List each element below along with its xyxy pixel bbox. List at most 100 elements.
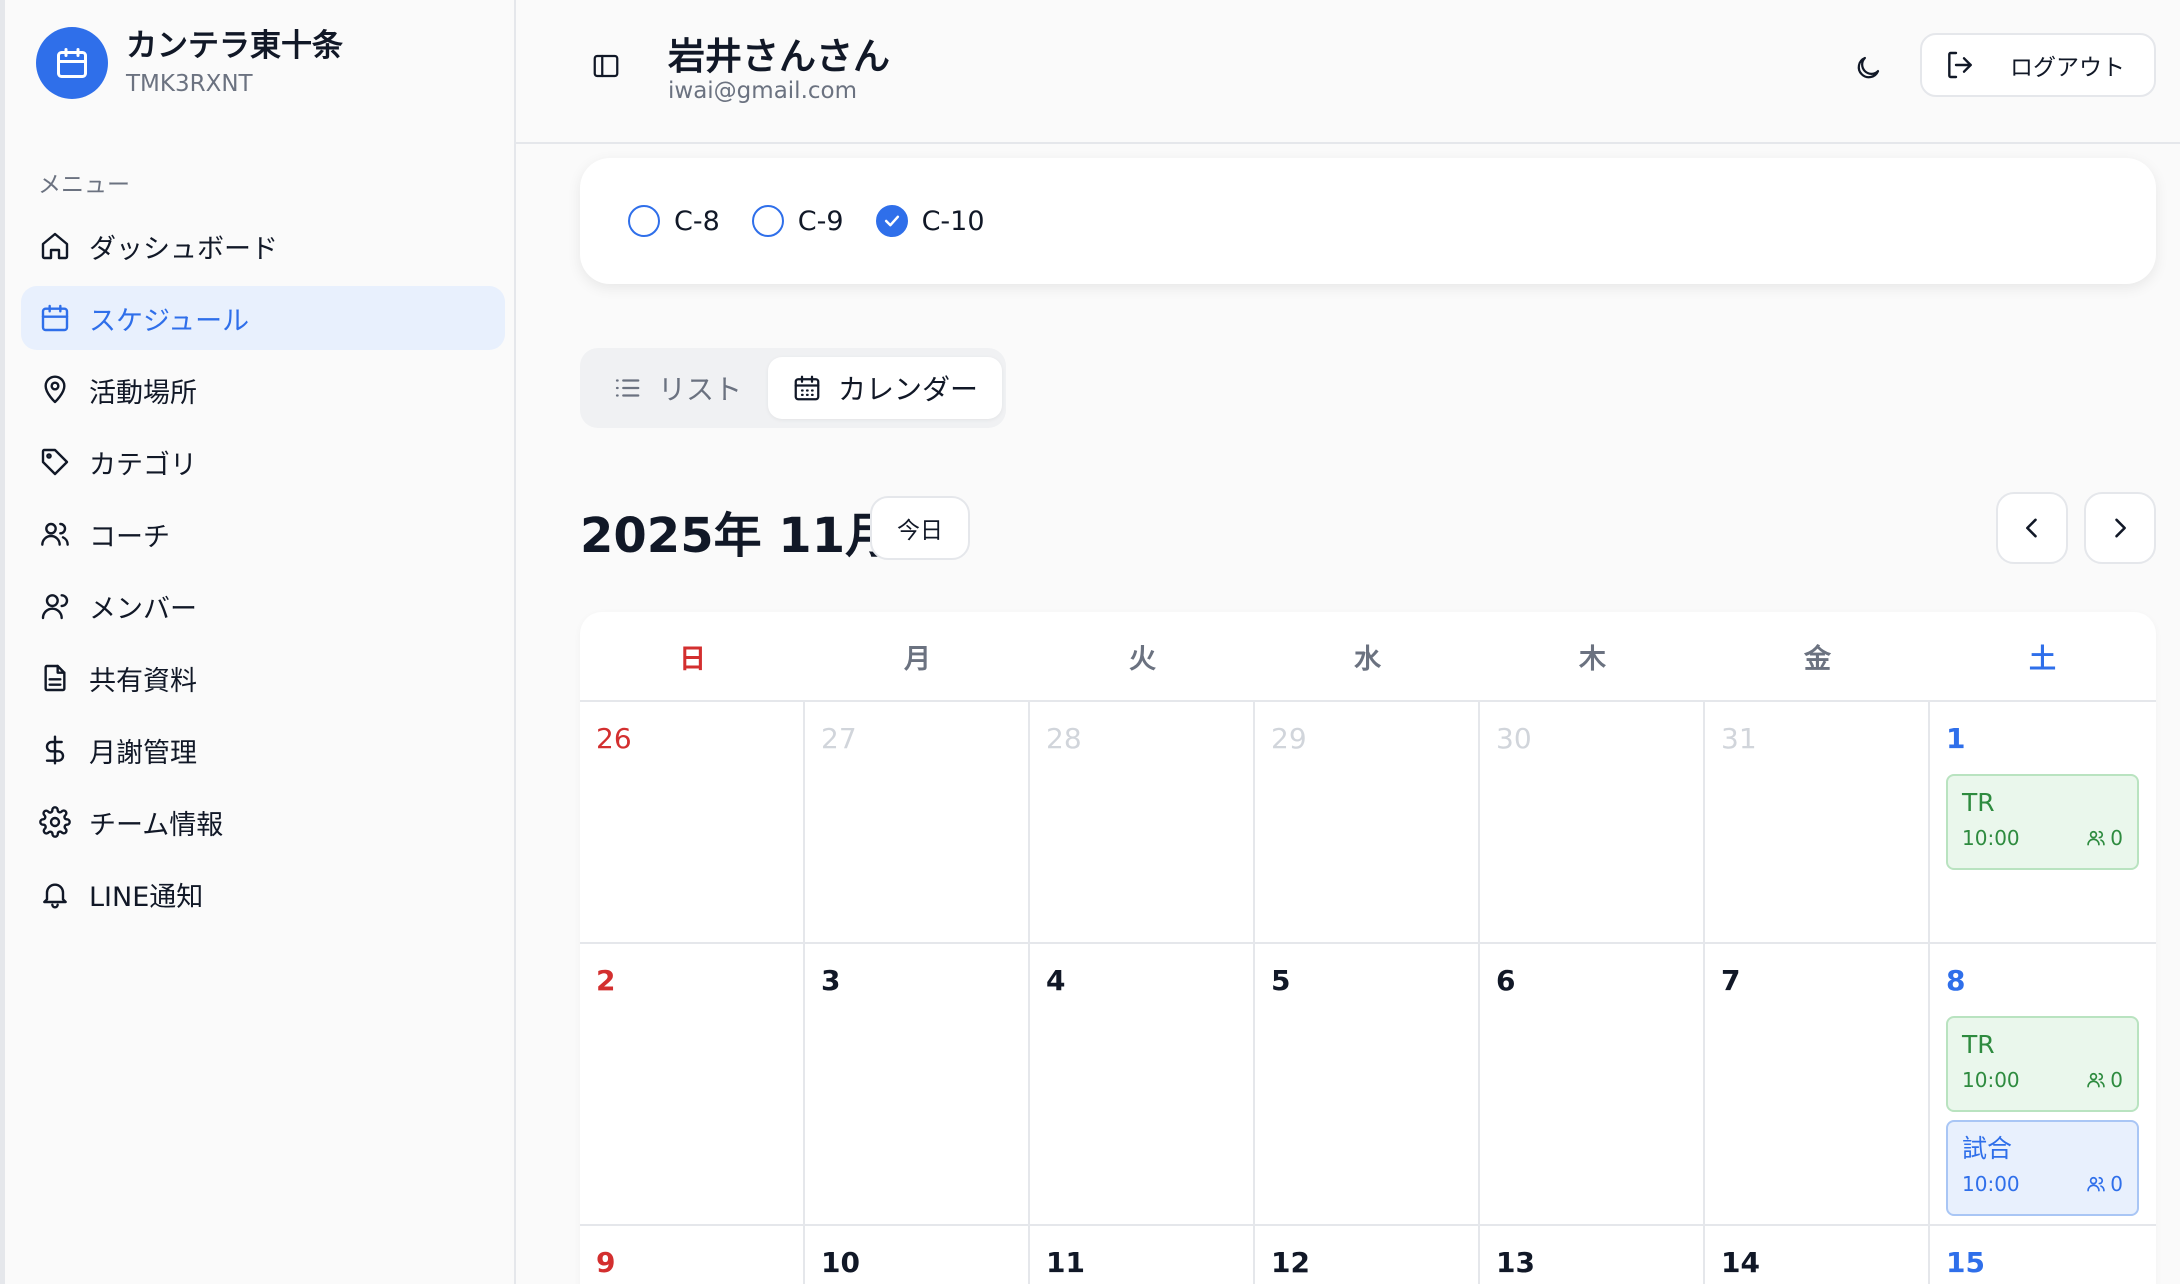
calendar-grid: 日 月 火 水 木 金 土 26 27 28 29 30 31 1 TR 10:… — [580, 612, 2156, 1284]
day-number: 7 — [1721, 964, 1741, 997]
team-option-c10[interactable]: C-10 — [875, 205, 985, 237]
sidebar: カンテラ東十条 TMK3RXNT メニュー ダッシュボード スケジュール 活動場… — [0, 0, 516, 1284]
day-cell[interactable]: 10 — [805, 1226, 1030, 1284]
sidebar-item-fees[interactable]: 月謝管理 — [21, 718, 505, 782]
day-number: 6 — [1496, 964, 1516, 997]
sidebar-item-coaches[interactable]: コーチ — [21, 502, 505, 566]
next-month-button[interactable] — [2084, 492, 2156, 564]
day-cell[interactable]: 27 — [805, 702, 1030, 942]
file-icon — [44, 664, 66, 692]
tab-label: リスト — [658, 373, 743, 406]
day-cell[interactable]: 14 — [1705, 1226, 1930, 1284]
day-cell[interactable]: 29 — [1255, 702, 1480, 942]
sidebar-item-label: ダッシュボード — [89, 233, 278, 265]
sidebar-item-dashboard[interactable]: ダッシュボード — [21, 214, 505, 278]
day-cell[interactable]: 6 — [1480, 944, 1705, 1224]
event-participant-count: 0 — [2110, 826, 2123, 850]
weekday-label: 火 — [1129, 643, 1156, 675]
team-label: C-8 — [674, 205, 720, 237]
event-card[interactable]: TR 10:00 0 — [1946, 1016, 2139, 1112]
calendar-week: 2 3 4 5 6 7 8 TR 10:00 0 試合 10:00 0 — [580, 944, 2156, 1226]
weekday-header: 日 月 火 水 木 金 土 — [580, 612, 2156, 702]
logout-button[interactable]: ログアウト — [1920, 33, 2156, 97]
day-cell[interactable]: 26 — [580, 702, 805, 942]
event-participant-count: 0 — [2110, 1068, 2123, 1092]
sidebar-toggle-icon — [593, 54, 619, 78]
sidebar-item-label: チーム情報 — [89, 809, 224, 841]
weekday-label: 木 — [1579, 643, 1606, 675]
day-cell[interactable]: 7 — [1705, 944, 1930, 1224]
day-number: 28 — [1046, 722, 1082, 755]
bell-icon — [43, 883, 67, 909]
day-cell[interactable]: 15 — [1930, 1226, 2155, 1284]
day-cell[interactable]: 8 TR 10:00 0 試合 10:00 0 — [1930, 944, 2155, 1224]
calendar-week: 26 27 28 29 30 31 1 TR 10:00 0 — [580, 702, 2156, 944]
top-header: 岩井さんさん iwai@gmail.com ログアウト — [516, 0, 2180, 144]
brand-code: TMK3RXNT — [126, 71, 253, 97]
brand[interactable]: カンテラ東十条 TMK3RXNT — [36, 26, 343, 100]
sidebar-item-shared-files[interactable]: 共有資料 — [21, 646, 505, 710]
day-cell[interactable]: 13 — [1480, 1226, 1705, 1284]
event-title: TR — [1962, 788, 1995, 817]
dollar-icon — [45, 735, 65, 765]
day-cell[interactable]: 4 — [1030, 944, 1255, 1224]
day-cell[interactable]: 30 — [1480, 702, 1705, 942]
day-number: 15 — [1946, 1246, 1985, 1279]
tab-calendar[interactable]: カレンダー — [768, 357, 1003, 419]
event-time: 10:00 — [1962, 826, 2020, 850]
day-number: 27 — [821, 722, 857, 755]
day-number: 12 — [1271, 1246, 1310, 1279]
chevron-left-icon — [2026, 518, 2037, 538]
sidebar-item-members[interactable]: メンバー — [21, 574, 505, 638]
list-icon — [615, 379, 640, 397]
gear-icon — [39, 806, 71, 838]
calendar-grid-icon — [794, 375, 820, 401]
user-email: iwai@gmail.com — [668, 78, 857, 104]
sidebar-item-locations[interactable]: 活動場所 — [21, 358, 505, 422]
sidebar-item-team-info[interactable]: チーム情報 — [21, 790, 505, 854]
team-label: C-9 — [797, 205, 844, 237]
sidebar-item-line-notify[interactable]: LINE通知 — [21, 862, 505, 926]
weekday-label: 土 — [2029, 643, 2056, 675]
day-cell[interactable]: 12 — [1255, 1226, 1480, 1284]
event-card[interactable]: 試合 10:00 0 — [1946, 1120, 2139, 1216]
day-cell[interactable]: 11 — [1030, 1226, 1255, 1284]
event-title: TR — [1962, 1030, 1995, 1059]
sidebar-item-schedule[interactable]: スケジュール — [21, 286, 505, 350]
theme-toggle-button[interactable] — [1848, 48, 1888, 88]
participants-icon — [2087, 1176, 2106, 1192]
event-participant-count: 0 — [2110, 1172, 2123, 1196]
team-selector: C-8 C-9 C-10 — [580, 158, 2156, 284]
team-option-c9[interactable]: C-9 — [751, 205, 844, 237]
team-option-c8[interactable]: C-8 — [628, 205, 720, 237]
sidebar-item-label: 活動場所 — [89, 377, 197, 409]
day-cell[interactable]: 1 TR 10:00 0 — [1930, 702, 2155, 942]
day-cell[interactable]: 9 — [580, 1226, 805, 1284]
calendar-icon — [36, 27, 108, 99]
radio-icon — [751, 205, 784, 237]
prev-month-button[interactable] — [1996, 492, 2068, 564]
user-name: 岩井さんさん — [668, 35, 890, 78]
day-cell[interactable]: 28 — [1030, 702, 1255, 942]
tab-label: カレンダー — [838, 373, 979, 406]
user-icon — [41, 594, 69, 620]
day-cell[interactable]: 3 — [805, 944, 1030, 1224]
tag-icon — [41, 448, 69, 476]
event-time: 10:00 — [1962, 1068, 2020, 1092]
day-number: 1 — [1946, 722, 1966, 755]
event-card[interactable]: TR 10:00 0 — [1946, 774, 2139, 870]
sidebar-toggle-button[interactable] — [588, 48, 624, 84]
day-cell[interactable]: 2 — [580, 944, 805, 1224]
today-button[interactable]: 今日 — [870, 496, 970, 560]
event-time: 10:00 — [1962, 1172, 2020, 1196]
sidebar-item-categories[interactable]: カテゴリ — [21, 430, 505, 494]
day-cell[interactable]: 5 — [1255, 944, 1480, 1224]
weekday-label: 金 — [1804, 643, 1831, 675]
sidebar-item-label: 月謝管理 — [89, 737, 197, 769]
day-number: 30 — [1496, 722, 1532, 755]
day-cell[interactable]: 31 — [1705, 702, 1930, 942]
tab-list[interactable]: リスト — [612, 357, 768, 419]
day-number: 4 — [1046, 964, 1066, 997]
month-title: 2025年 11月 — [580, 508, 894, 564]
check-icon — [875, 205, 908, 237]
